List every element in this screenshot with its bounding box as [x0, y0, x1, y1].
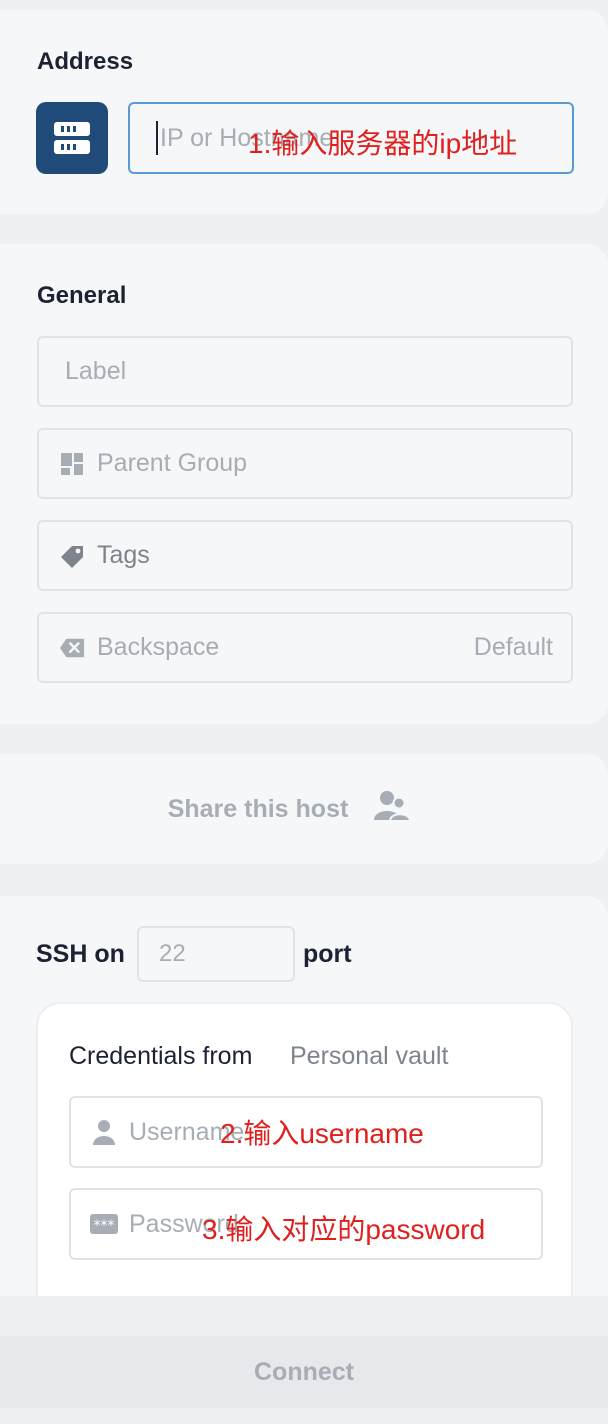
parent-group-placeholder: Parent Group [97, 449, 248, 477]
backspace-label: Backspace [97, 633, 220, 661]
ssh-prefix: SSH on [36, 940, 125, 968]
address-annotation: 1.输入服务器的ip地址 [248, 128, 518, 159]
credentials-panel: Credentials from Personal vault Username… [36, 1002, 573, 1332]
credentials-label: Credentials from [69, 1042, 253, 1070]
password-icon: *** [89, 1213, 119, 1235]
server-icon [36, 102, 108, 174]
label-placeholder: Label [65, 357, 127, 385]
group-icon [59, 451, 85, 477]
footer-bar: Connect [0, 1296, 608, 1424]
user-icon [91, 1119, 117, 1145]
text-cursor [156, 121, 158, 155]
vault-selector[interactable]: Personal vault [290, 1042, 448, 1071]
backspace-value: Default [473, 633, 553, 661]
svg-text:***: *** [94, 1218, 115, 1234]
parent-group-select[interactable]: Parent Group [37, 428, 573, 499]
tags-placeholder: Tags [97, 541, 150, 569]
password-annotation: 3.输入对应的password [202, 1214, 486, 1245]
share-label: Share this host [167, 794, 349, 823]
port-placeholder: 22 [159, 940, 186, 967]
ssh-card: SSH on 22 port Credentials from Personal… [0, 896, 608, 1332]
address-card: Address IP or Hostname 1.输入服务器的ip地址 [0, 10, 608, 214]
port-input[interactable]: 22 [137, 926, 295, 982]
username-annotation: 2.输入username [220, 1118, 424, 1149]
connect-label: Connect [254, 1357, 354, 1386]
tag-icon [59, 543, 85, 569]
connect-button[interactable]: Connect [0, 1336, 608, 1408]
backspace-select[interactable]: Backspace Default [37, 612, 573, 683]
share-card[interactable]: Share this host [0, 754, 608, 864]
label-input[interactable]: Label [37, 336, 573, 407]
users-icon [374, 790, 412, 829]
ssh-suffix: port [303, 940, 352, 968]
address-title: Address [37, 48, 134, 75]
general-card: General Label Parent Group Tags Backspac… [0, 244, 608, 724]
share-host-button[interactable]: Share this host [0, 754, 608, 864]
general-title: General [37, 282, 127, 309]
tags-input[interactable]: Tags [37, 520, 573, 591]
backspace-icon [59, 635, 85, 661]
